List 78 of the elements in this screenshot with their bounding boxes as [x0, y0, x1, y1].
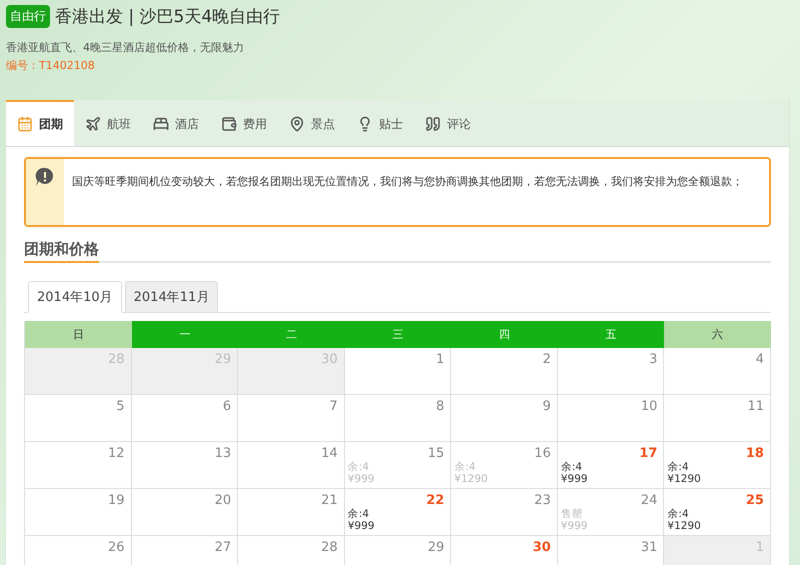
product-code: 编号：T1402108: [6, 58, 96, 73]
price: ¥1290: [454, 473, 489, 485]
alert-icon: [35, 167, 55, 187]
day-number: 6: [222, 399, 232, 414]
day-number: 1: [436, 352, 444, 367]
day-number: 2: [542, 352, 551, 367]
day-number: 17: [639, 446, 658, 461]
seats-status: 余:4: [454, 461, 476, 473]
price: ¥1290: [667, 520, 702, 532]
tab[interactable]: 评论: [414, 100, 482, 146]
day-number: 9: [542, 399, 551, 414]
weekday-header: 一: [132, 321, 238, 348]
day-number: 28: [321, 540, 338, 555]
day-number: 19: [108, 493, 125, 508]
category-badge: 自由行: [6, 5, 50, 28]
weekday-header: 四: [451, 321, 558, 348]
month-tab[interactable]: 2014年11月: [124, 281, 218, 313]
seats-status: 余:4: [667, 461, 690, 473]
price: ¥999: [348, 473, 376, 485]
day-number: 26: [108, 540, 125, 555]
month-tab[interactable]: 2014年10月: [28, 281, 122, 313]
day-number: 12: [108, 446, 125, 461]
wallet-icon: [221, 116, 237, 132]
tab[interactable]: 费用: [210, 100, 278, 146]
day-number: 7: [329, 399, 338, 414]
quote-icon: [425, 116, 441, 132]
day-number: 15: [428, 446, 444, 461]
day-number: 14: [321, 446, 338, 461]
day-number: 23: [534, 493, 551, 508]
day-number: 5: [116, 399, 125, 414]
day-number: 24: [640, 493, 658, 508]
plane-icon: [85, 116, 101, 132]
day-number: 3: [649, 352, 658, 367]
map-pin-icon: [289, 116, 305, 132]
seats-status: 余:4: [667, 508, 690, 520]
calendar-day[interactable]: 18 余:4 ¥1290: [664, 442, 771, 489]
calendar-icon: [17, 116, 33, 132]
price: ¥1290: [667, 473, 702, 485]
day-number: 21: [321, 493, 338, 508]
price: ¥999: [560, 520, 589, 532]
page-title: 香港出发 | 沙巴5天4晚自由行: [55, 6, 280, 28]
weekday-header: 日: [25, 321, 132, 348]
tab[interactable]: 酒店: [142, 100, 210, 146]
calendar-day[interactable]: 25 余:4 ¥1290: [664, 489, 771, 536]
day-number: 4: [756, 352, 764, 367]
tab[interactable]: 团期: [6, 100, 74, 146]
subtitle: 香港亚航直飞、4晚三星酒店超低价格，无限魅力: [6, 40, 245, 55]
weekday-header: 五: [558, 321, 664, 348]
tab[interactable]: 航班: [74, 100, 142, 146]
seats-status: 余:4: [348, 508, 370, 520]
day-number: 18: [746, 446, 764, 461]
tab[interactable]: 景点: [278, 100, 346, 146]
day-number: 25: [746, 493, 764, 508]
day-number: 11: [747, 399, 764, 414]
seats-status: 余:4: [560, 461, 584, 473]
bed-icon: [153, 116, 169, 132]
weekday-header: 二: [238, 321, 345, 348]
notice-text: 国庆等旺季期间机位变动较大，若您报名团期出现无位置情况，我们将与您协商调换其他团期，若您无法调换，我们将安排为您全额退款；: [71, 174, 744, 190]
seats-status: 余:4: [348, 461, 370, 473]
weekday-header: 三: [344, 321, 452, 348]
day-number: 10: [640, 399, 658, 414]
seats-status: 售罄: [560, 508, 584, 520]
calendar-day[interactable]: 17 余:4 ¥999: [558, 442, 664, 489]
tab[interactable]: 贴士: [346, 100, 414, 146]
day-number: 27: [214, 540, 232, 555]
day-number: 31: [640, 540, 658, 555]
price: ¥999: [560, 473, 589, 485]
day-number: 20: [214, 493, 232, 508]
calendar-day[interactable]: 22 余:4 ¥999: [344, 489, 452, 536]
day-number: 8: [436, 399, 444, 414]
section-title: 团期和价格: [24, 240, 99, 263]
day-number: 13: [214, 446, 232, 461]
weekday-header: 六: [664, 321, 771, 348]
day-number: 16: [534, 446, 551, 461]
day-number: 30: [532, 540, 551, 555]
price: ¥999: [348, 520, 376, 532]
day-number: 22: [426, 493, 444, 508]
day-number: 29: [428, 540, 444, 555]
